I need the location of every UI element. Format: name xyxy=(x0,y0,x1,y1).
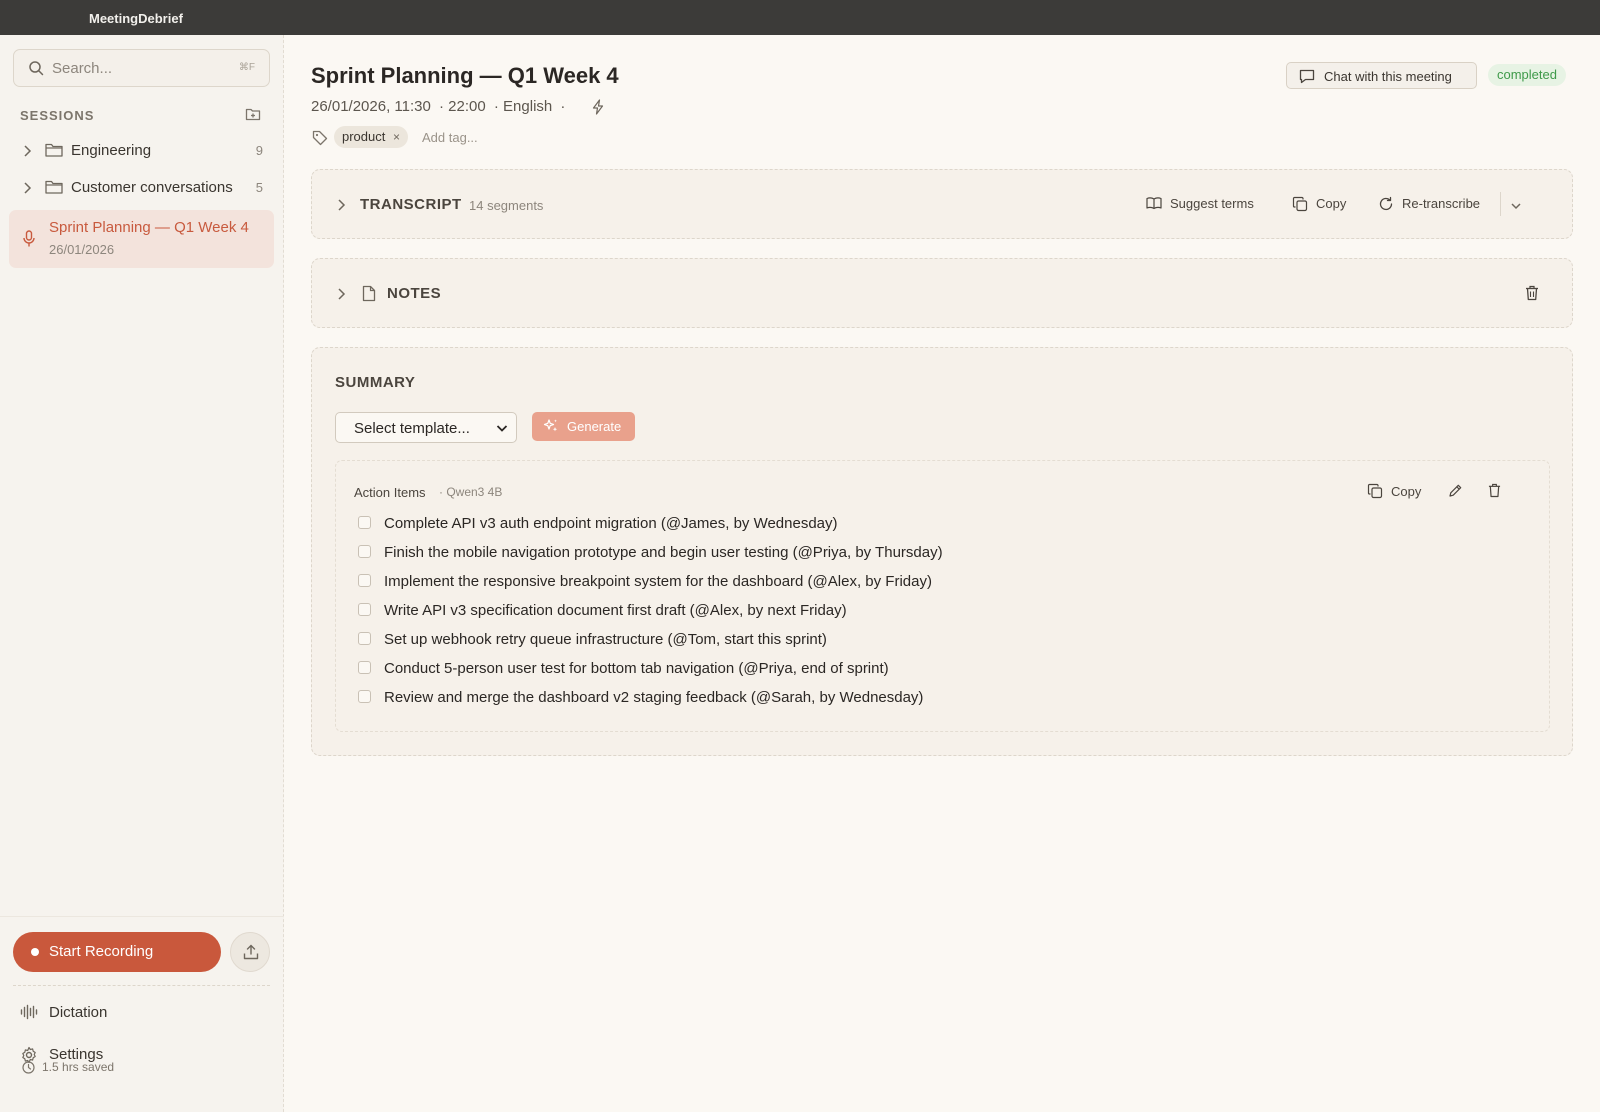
start-recording-button[interactable]: Start Recording xyxy=(13,932,221,972)
suggest-terms-label: Suggest terms xyxy=(1170,196,1254,211)
tag-chip: product × xyxy=(334,126,409,148)
add-tag-input[interactable]: Add tag... xyxy=(422,130,478,145)
waveform-icon xyxy=(20,1004,38,1020)
upload-icon xyxy=(243,944,259,960)
model-name: · Qwen3 4B xyxy=(439,485,503,499)
action-item-text: Set up webhook retry queue infrastructur… xyxy=(384,631,827,648)
tag-icon xyxy=(312,130,328,151)
generate-button[interactable]: Generate xyxy=(532,412,635,441)
session-title: Sprint Planning — Q1 Week 4 xyxy=(49,219,249,236)
folder-icon xyxy=(45,179,63,200)
start-recording-label: Start Recording xyxy=(49,943,154,960)
divider xyxy=(0,916,284,917)
new-folder-icon[interactable] xyxy=(245,106,261,127)
divider xyxy=(13,985,270,986)
microphone-icon xyxy=(22,230,36,253)
action-item-text: Conduct 5-person user test for bottom ta… xyxy=(384,660,889,677)
remove-tag-button[interactable]: × xyxy=(393,130,400,144)
page-title: Sprint Planning — Q1 Week 4 xyxy=(311,63,619,88)
action-item-checkbox[interactable] xyxy=(358,574,371,587)
refresh-icon xyxy=(1379,196,1393,211)
action-items-card: Action Items · Qwen3 4B Copy Complete AP… xyxy=(335,460,1550,732)
summary-title: SUMMARY xyxy=(335,374,416,391)
copy-icon xyxy=(1367,483,1383,499)
nav-dictation[interactable]: Dictation xyxy=(20,1000,270,1026)
chat-button-label: Chat with this meeting xyxy=(1324,69,1452,84)
retranscribe-label: Re-transcribe xyxy=(1402,196,1481,211)
action-item-text: Finish the mobile navigation prototype a… xyxy=(384,544,943,561)
action-item-checkbox[interactable] xyxy=(358,603,371,616)
meeting-meta: 26/01/2026, 11:30 · 22:00 · English · xyxy=(311,98,569,115)
chat-icon xyxy=(1299,69,1315,84)
sidebar: Search... ⌘F SESSIONS Engineering 9 Cust… xyxy=(0,35,284,1112)
folder-name: Customer conversations xyxy=(71,179,233,196)
search-input[interactable]: Search... ⌘F xyxy=(13,49,270,87)
sessions-heading: SESSIONS xyxy=(20,108,95,123)
action-item-checkbox[interactable] xyxy=(358,516,371,529)
action-item-text: Write API v3 specification document firs… xyxy=(384,602,847,619)
summary-section: SUMMARY Select template... Generate Acti… xyxy=(311,347,1573,756)
notes-title[interactable]: NOTES xyxy=(387,285,441,302)
copy-summary-button[interactable]: Copy xyxy=(1367,483,1427,501)
folder-icon xyxy=(45,142,63,163)
action-item-text: Review and merge the dashboard v2 stagin… xyxy=(384,689,924,706)
action-items-title: Action Items xyxy=(354,485,426,500)
chevron-right-icon xyxy=(22,181,32,200)
generate-label: Generate xyxy=(567,419,622,434)
action-item-checkbox[interactable] xyxy=(358,545,371,558)
meeting-duration: · 22:00 xyxy=(439,98,486,115)
search-icon xyxy=(28,60,44,81)
folder-name: Engineering xyxy=(71,142,152,159)
template-select[interactable]: Select template... xyxy=(335,412,517,443)
clock-icon xyxy=(22,1061,35,1074)
meeting-datetime: 26/01/2026, 11:30 xyxy=(311,98,431,115)
folder-engineering[interactable]: Engineering 9 xyxy=(20,136,270,166)
folder-count: 9 xyxy=(255,143,263,158)
record-dot-icon xyxy=(31,948,39,956)
copy-icon xyxy=(1292,196,1308,212)
chevron-right-icon xyxy=(22,144,32,163)
template-select-value: Select template... xyxy=(354,420,470,437)
meta-separator: · xyxy=(560,98,566,115)
document-icon xyxy=(362,285,376,307)
folder-count: 5 xyxy=(255,180,263,195)
search-shortcut: ⌘F xyxy=(238,62,255,73)
action-item-checkbox[interactable] xyxy=(358,690,371,703)
title-bar: MeetingDebrief xyxy=(0,0,1600,35)
book-icon xyxy=(1146,197,1162,210)
nav-label: Dictation xyxy=(49,1004,108,1021)
main-content: Sprint Planning — Q1 Week 4 26/01/2026, … xyxy=(284,35,1600,1112)
session-item-active[interactable]: Sprint Planning — Q1 Week 4 26/01/2026 xyxy=(9,210,274,268)
segment-count: 14 segments xyxy=(469,198,544,213)
meeting-language: · English xyxy=(493,98,553,115)
tag-label: product xyxy=(342,129,386,144)
folder-customer-conversations[interactable]: Customer conversations 5 xyxy=(20,173,270,203)
action-item-text: Implement the responsive breakpoint syst… xyxy=(384,573,932,590)
session-date: 26/01/2026 xyxy=(49,242,115,257)
search-placeholder: Search... xyxy=(52,60,113,77)
chevron-right-icon[interactable] xyxy=(336,198,346,217)
action-item-text: Complete API v3 auth endpoint migration … xyxy=(384,515,838,532)
chevron-right-icon[interactable] xyxy=(336,287,346,306)
status-badge: completed xyxy=(1488,64,1566,86)
upload-button[interactable] xyxy=(230,932,270,972)
notes-section: NOTES xyxy=(311,258,1573,328)
sparkles-icon xyxy=(543,419,558,432)
transcript-section: TRANSCRIPT 14 segments Suggest terms Cop… xyxy=(311,169,1573,239)
action-item-checkbox[interactable] xyxy=(358,632,371,645)
trash-icon[interactable] xyxy=(1525,285,1539,306)
lightning-icon[interactable] xyxy=(591,99,605,120)
chat-with-meeting-button[interactable]: Chat with this meeting xyxy=(1286,62,1477,89)
time-saved-label: 1.5 hrs saved xyxy=(42,1060,115,1074)
chevron-down-icon[interactable] xyxy=(1510,198,1522,216)
chevron-down-icon xyxy=(496,425,508,432)
copy-label: Copy xyxy=(1316,196,1347,211)
divider xyxy=(1500,192,1501,216)
action-item-checkbox[interactable] xyxy=(358,661,371,674)
app-title: MeetingDebrief xyxy=(89,11,183,26)
transcript-title[interactable]: TRANSCRIPT xyxy=(360,196,462,213)
copy-label: Copy xyxy=(1391,484,1422,499)
